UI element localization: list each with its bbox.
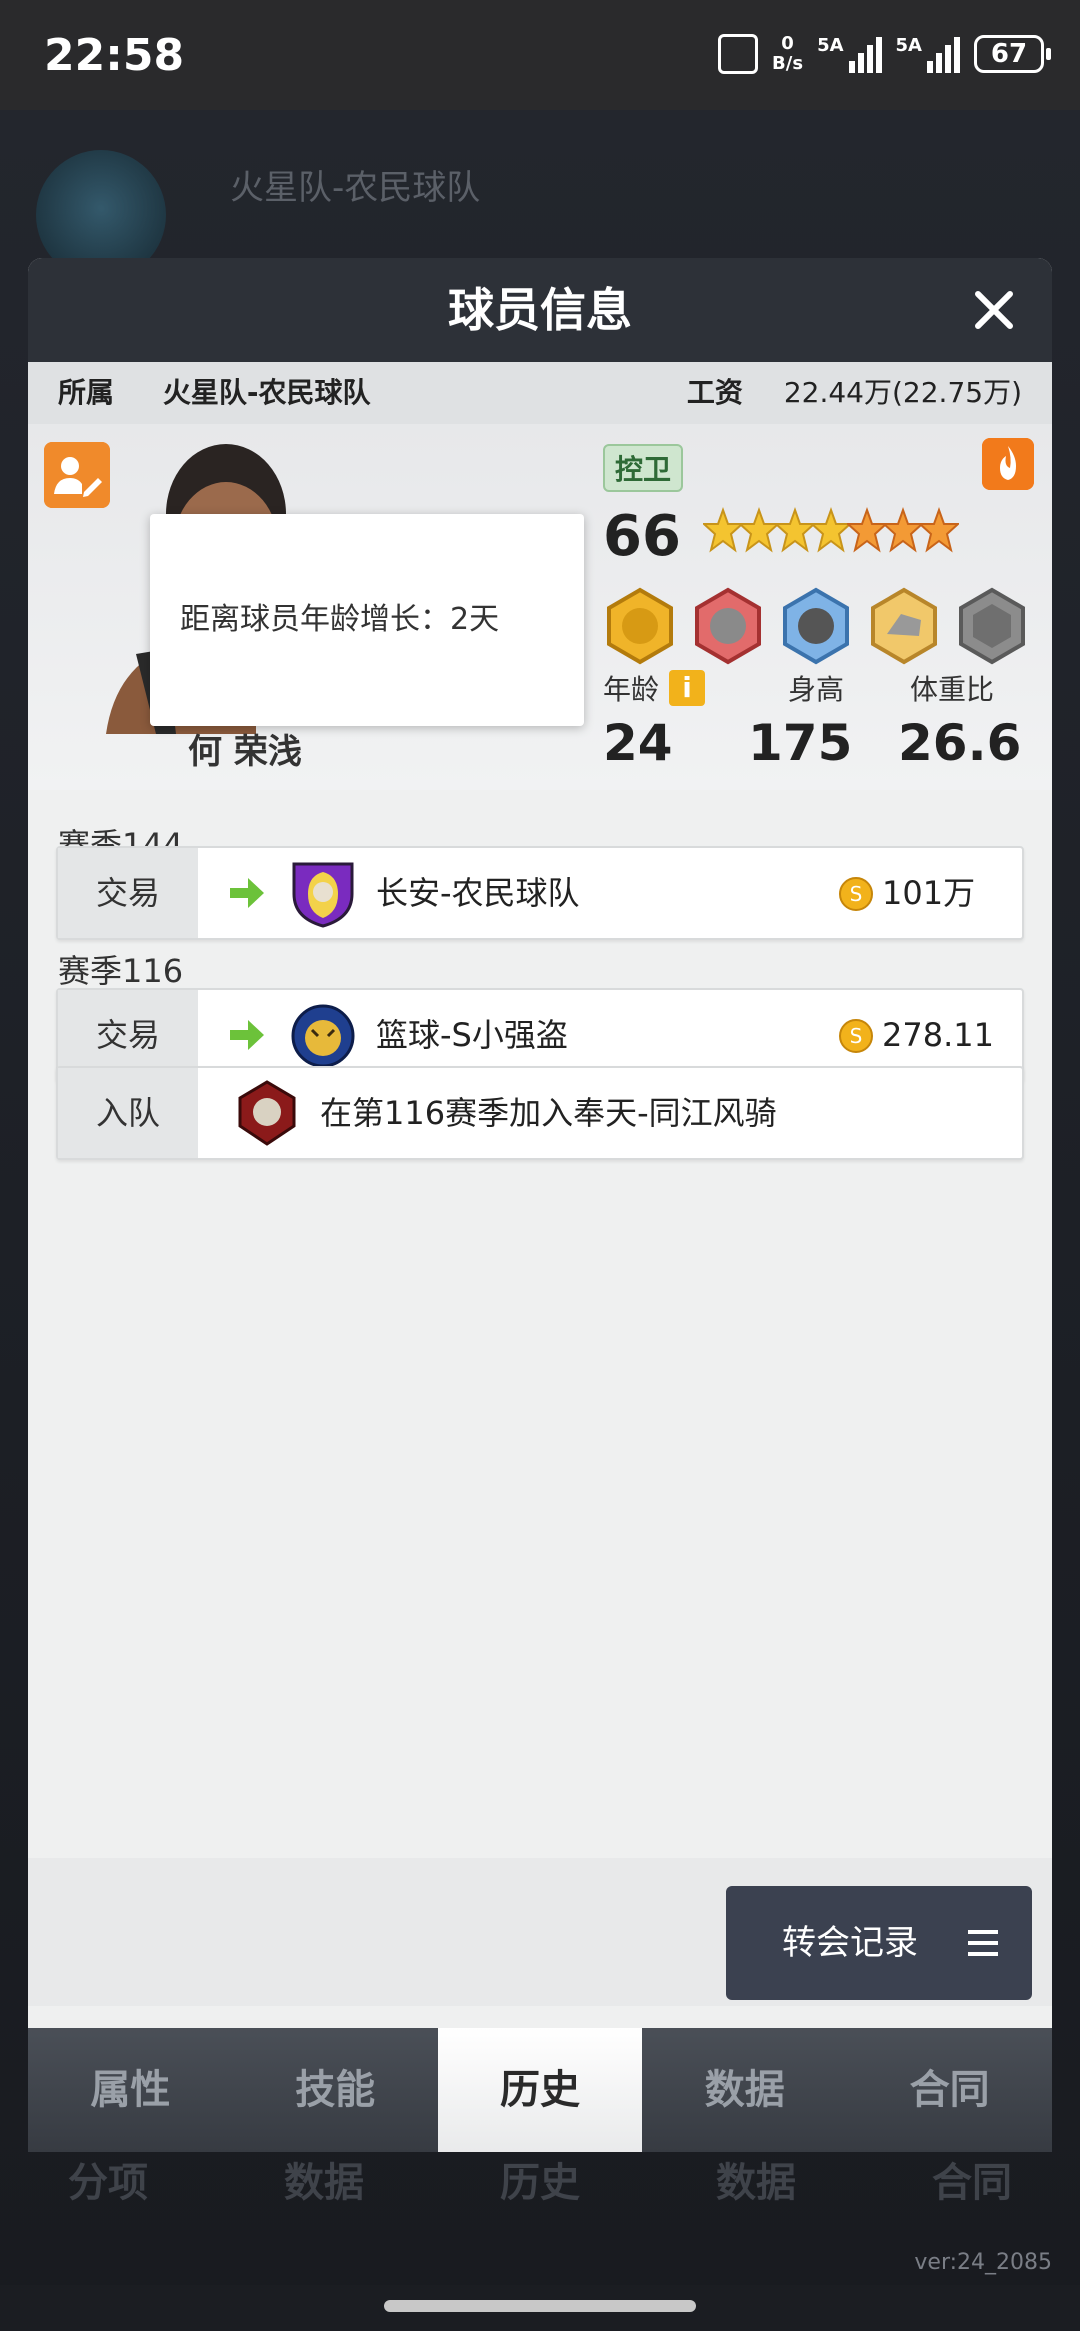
stat-age-value: 24 [603,714,673,772]
signal-label: 5A [817,35,844,56]
modal-header: 球员信息 [28,258,1052,362]
arrow-right-icon [230,878,264,908]
version-label: ver:24_2085 [914,2250,1052,2275]
background-menu-item: 数据 [716,2160,796,2206]
tab-attributes[interactable]: 属性 [28,2028,233,2152]
stat-height-value: 175 [748,714,853,772]
background-menu-item: 数据 [284,2160,364,2206]
skill-badge-gray-icon[interactable] [955,586,1029,666]
history-type: 入队 [58,1068,198,1158]
stat-bmi-label: 体重比 [910,673,995,706]
team-logo-icon [292,862,354,928]
info-icon[interactable]: i [669,670,706,706]
tab-skills[interactable]: 技能 [232,2028,438,2152]
star-icon [919,507,959,553]
svg-text:S: S [850,1024,863,1048]
background-menu-item: 历史 [500,2160,580,2206]
history-type: 交易 [58,848,198,938]
season-label: 赛季116 [58,952,184,990]
affiliation-label: 所属 [58,376,115,409]
history-amount: 101万 [882,874,976,912]
menu-icon [968,1930,998,1956]
coin-icon: S [839,877,873,911]
arrow-right-icon [230,1020,264,1050]
skill-badge-red-icon[interactable] [691,586,765,666]
coin-icon: S [839,1019,873,1053]
player-name: 何 荣浅 [188,732,302,772]
star-icon [811,507,851,553]
position-badge: 控卫 [603,444,684,492]
net-speed-value: 0 [781,33,794,54]
history-team: 长安-农民球队 [376,874,580,912]
history-team: 在第116赛季加入奉天-同江风骑 [320,1094,777,1132]
background-team-name: 火星队-农民球队 [230,168,481,208]
overall-rating: 66 [603,504,681,569]
star-icon [739,507,779,553]
skill-badge-shoe-icon[interactable] [867,586,941,666]
fire-icon[interactable] [982,438,1034,490]
transfer-record-button[interactable]: 转会记录 [726,1886,1032,2000]
signal-icon: 5A [817,35,882,73]
stat-age: 年龄 i 24 [603,668,706,772]
salary-label: 工资 [686,376,743,409]
star-rating [703,506,959,556]
tab-contract[interactable]: 合同 [847,2028,1052,2152]
signal-label-2: 5A [895,35,922,56]
star-icon [703,507,743,553]
affiliation-bar: 所属 火星队-农民球队 工资 22.44万(22.75万) [28,362,1052,424]
vibrate-icon [718,34,759,74]
signal-icon-2: 5A [896,35,960,73]
team-logo-icon [238,1080,296,1146]
history-row[interactable]: 入队 在第116赛季加入奉天-同江风骑 [56,1066,1024,1160]
star-icon [775,507,815,553]
skill-badges [603,586,1029,666]
skill-badge-blue-icon[interactable] [779,586,853,666]
star-icon [847,507,887,553]
tab-history[interactable]: 历史 [437,2028,643,2152]
footer-area: 转会记录 [28,1858,1052,2006]
stat-height: 身高 175 [748,668,852,772]
close-icon[interactable] [972,288,1016,332]
star-icon [883,507,923,553]
status-icons: 0 B/s 5A 5A 67 [718,34,1051,74]
net-speed-unit: B/s [772,53,804,74]
tab-data[interactable]: 数据 [642,2028,848,2152]
skill-badge-gold-icon[interactable] [603,586,677,666]
age-tooltip: 距离球员年龄增长：2天 [150,514,584,726]
player-info-modal: 球员信息 所属 火星队-农民球队 工资 22.44万(22.75万) 何 荣浅 [28,258,1052,2152]
transfer-record-label: 转会记录 [782,1923,918,1963]
stat-age-label: 年龄 [603,673,660,706]
stat-bmi: 体重比 26.6 [898,668,1021,772]
background-menu-item: 分项 [68,2160,148,2206]
home-indicator[interactable] [384,2300,696,2312]
stat-bmi-value: 26.6 [898,714,1022,772]
battery-icon: 67 [974,35,1051,73]
status-time: 22:58 [44,30,185,81]
status-bar: 22:58 0 B/s 5A 5A 67 [0,0,1080,110]
svg-text:S: S [850,882,863,906]
affiliation-value: 火星队-农民球队 [162,376,371,409]
modal-title: 球员信息 [448,283,632,337]
tab-bar: 属性 技能 历史 数据 合同 [28,2028,1052,2152]
net-speed: 0 B/s [772,34,803,74]
team-logo-icon [291,1004,355,1068]
history-row[interactable]: 交易 长安-农民球队 S 101万 [56,846,1024,940]
stat-height-label: 身高 [788,673,845,706]
salary-value: 22.44万(22.75万) [783,376,1022,409]
